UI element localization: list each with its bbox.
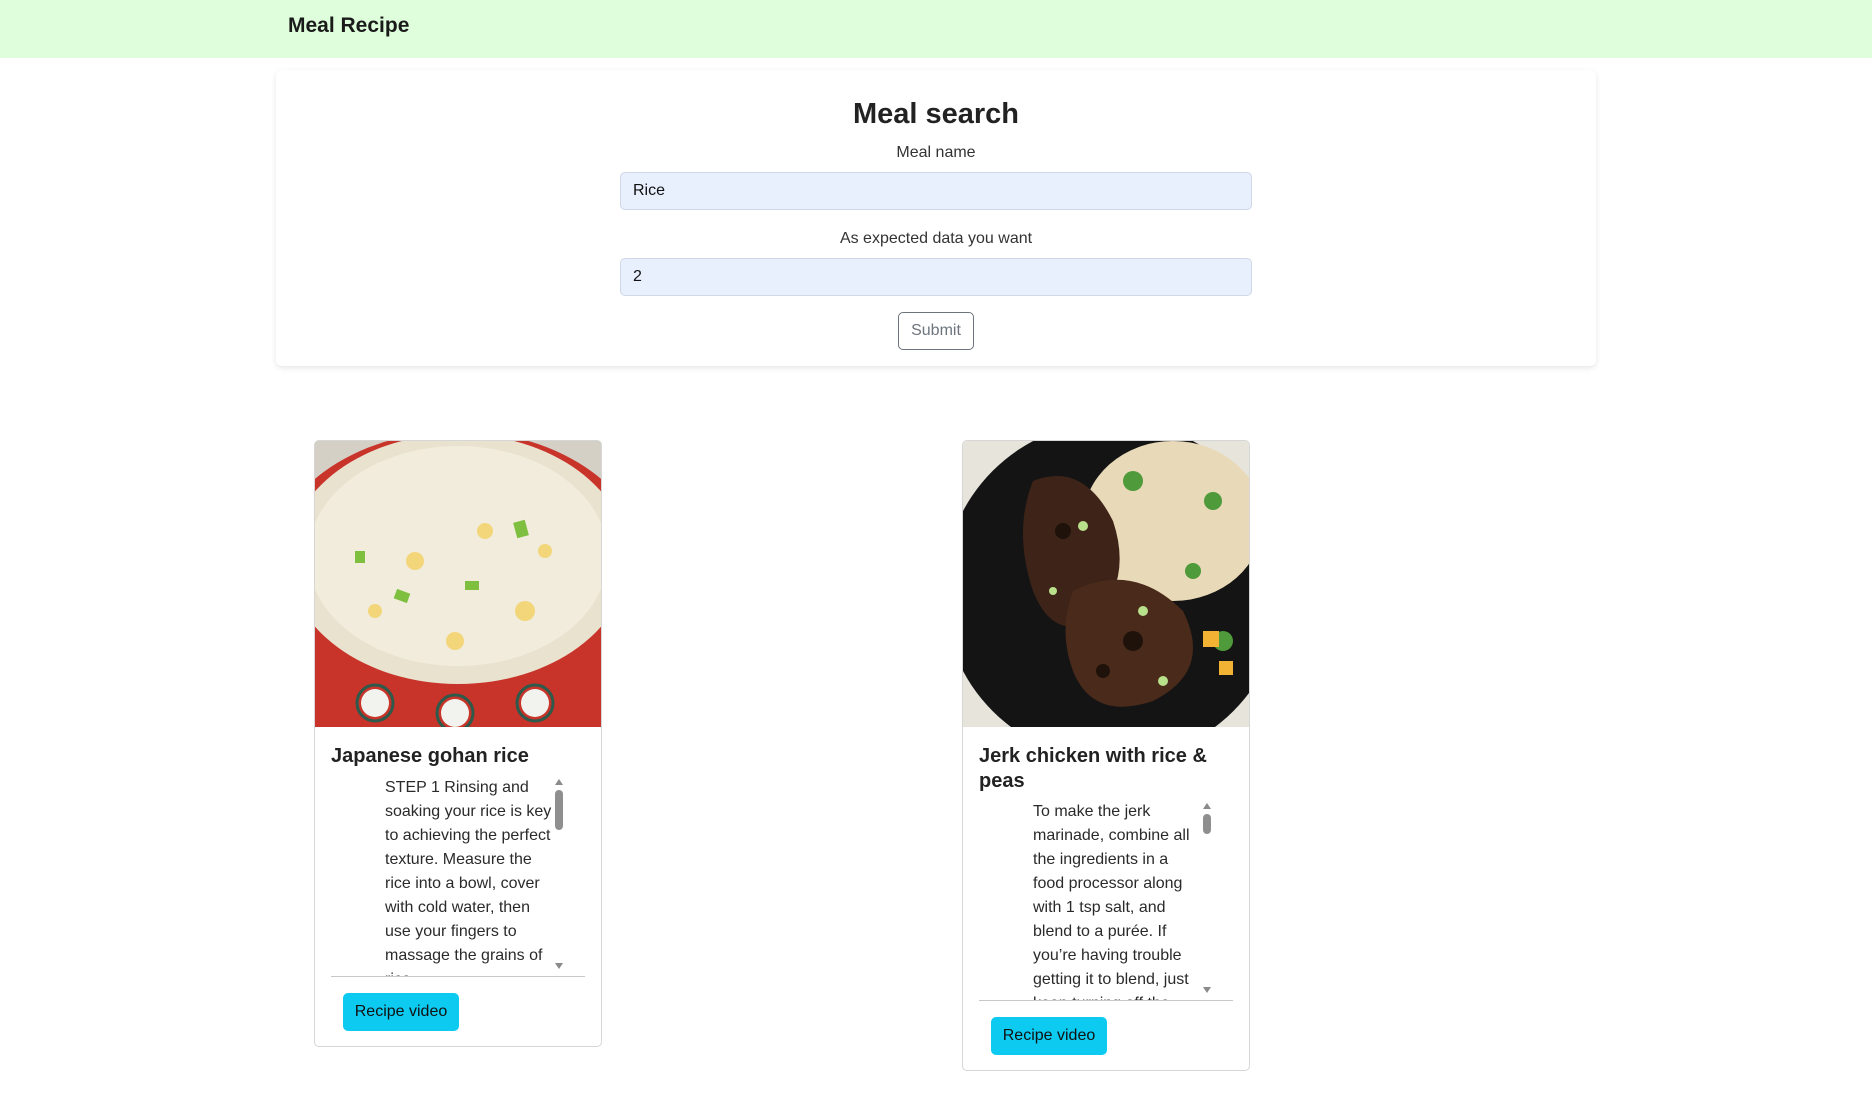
scroll-up-arrow-icon[interactable] (555, 779, 563, 785)
instructions-scroll-area[interactable]: STEP 1 Rinsing and soaking your rice is … (331, 776, 585, 977)
submit-button[interactable]: Submit (898, 312, 974, 350)
scrollbar[interactable] (1201, 800, 1213, 996)
meal-name-input[interactable] (620, 172, 1252, 210)
scroll-thumb[interactable] (1203, 814, 1211, 834)
search-card: Meal search Meal name As expected data y… (276, 70, 1596, 366)
expected-data-label: As expected data you want (839, 230, 1033, 247)
instructions-text: STEP 1 Rinsing and soaking your rice is … (385, 779, 552, 976)
meal-title: Jerk chicken with rice & peas (979, 745, 1207, 792)
meal-card: Jerk chicken with rice & peas To make th… (962, 440, 1250, 1071)
recipe-video-button[interactable]: Recipe video (991, 1017, 1107, 1055)
scroll-up-arrow-icon[interactable] (1203, 803, 1211, 809)
scrollbar[interactable] (553, 776, 565, 972)
recipe-video-button[interactable]: Recipe video (343, 993, 459, 1031)
expected-data-input[interactable] (620, 258, 1252, 296)
instructions-text: To make the jerk marinade, combine all t… (1033, 803, 1190, 1000)
meal-title: Japanese gohan rice (331, 745, 529, 767)
search-title: Meal search (852, 98, 1020, 130)
instructions-scroll-area[interactable]: To make the jerk marinade, combine all t… (979, 800, 1233, 1001)
meal-image-rice-bowl (315, 441, 601, 727)
brand-title[interactable]: Meal Recipe (288, 14, 409, 38)
navbar: Meal Recipe (0, 0, 1872, 58)
scroll-down-arrow-icon[interactable] (1203, 987, 1211, 993)
meal-image-jerk-chicken (963, 441, 1249, 727)
meal-card: Japanese gohan rice STEP 1 Rinsing and s… (314, 440, 602, 1047)
scroll-thumb[interactable] (555, 790, 563, 830)
scroll-down-arrow-icon[interactable] (555, 963, 563, 969)
meal-name-label: Meal name (896, 144, 976, 161)
